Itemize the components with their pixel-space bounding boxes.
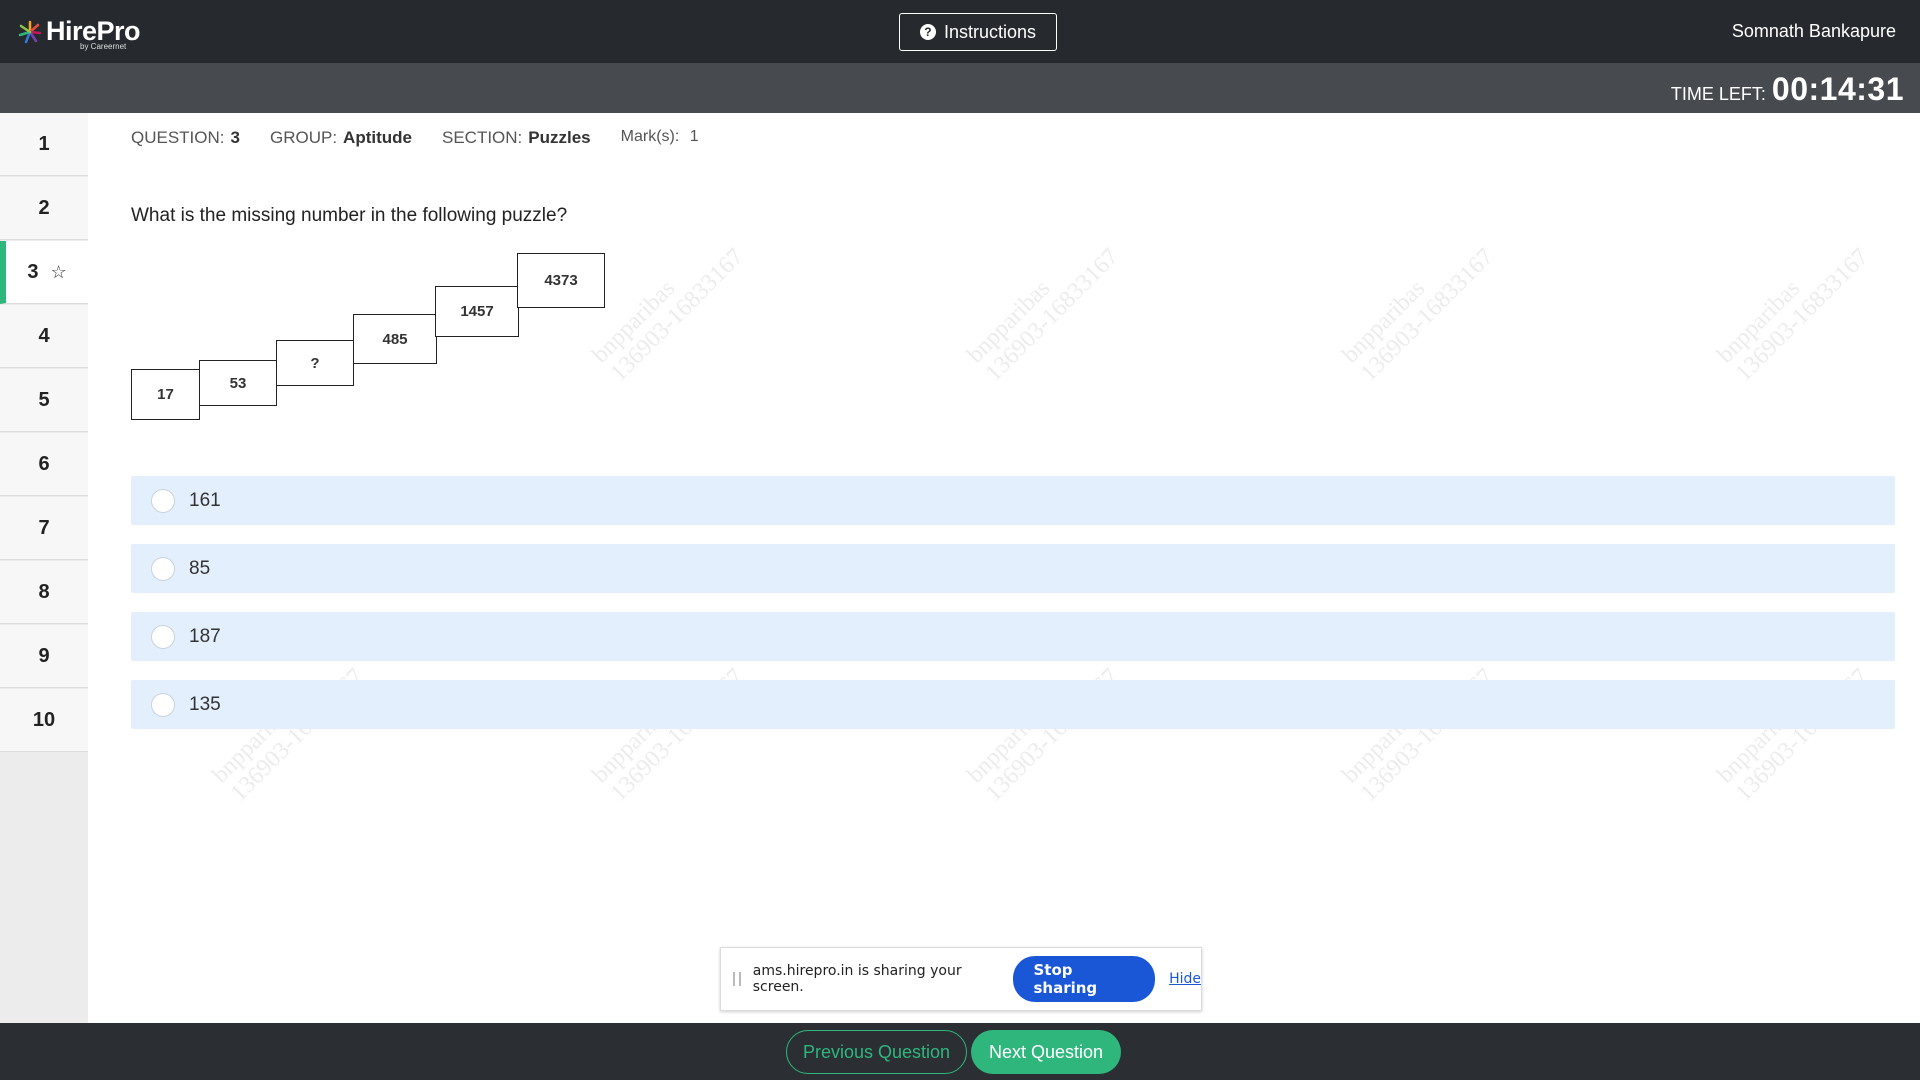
- question-number: QUESTION: 3: [131, 128, 240, 147]
- question-nav: 1 2 3 ☆ 4 5 6 7 8 9 10: [0, 113, 88, 1023]
- previous-question-button[interactable]: Previous Question: [786, 1030, 967, 1074]
- question-nav-number: 5: [38, 388, 50, 411]
- question-nav-item-3[interactable]: 3 ☆: [0, 241, 88, 304]
- question-nav-item-2[interactable]: 2: [0, 177, 88, 240]
- question-nav-number: 7: [38, 516, 50, 539]
- stop-sharing-button[interactable]: Stop sharing: [1013, 956, 1156, 1002]
- question-circle-icon: ?: [919, 24, 936, 40]
- instructions-button[interactable]: ? Instructions: [899, 13, 1057, 51]
- question-nav-number: 6: [38, 452, 50, 475]
- next-question-button[interactable]: Next Question: [971, 1030, 1121, 1074]
- answer-option-3[interactable]: 187: [131, 612, 1895, 661]
- question-nav-item-6[interactable]: 6: [0, 433, 88, 496]
- hide-link[interactable]: Hide: [1169, 971, 1201, 987]
- radio-button[interactable]: [151, 488, 175, 513]
- drag-handle-icon[interactable]: [733, 972, 741, 986]
- question-nav-number: 1: [38, 132, 50, 155]
- question-nav-number: 4: [38, 324, 50, 347]
- answer-option-text: 85: [189, 557, 211, 579]
- screen-share-text: ams.hirepro.in is sharing your screen.: [752, 963, 962, 995]
- answer-option-text: 187: [189, 625, 221, 647]
- timer-bar: TIME LEFT: 00:14:31: [0, 63, 1920, 113]
- puzzle-box: 485: [353, 314, 437, 364]
- question-text: What is the missing number in the follow…: [131, 205, 568, 226]
- top-bar: HirePro by Careernet ? Instructions Somn…: [0, 0, 1920, 63]
- question-nav-item-1[interactable]: 1: [0, 113, 88, 176]
- time-left: TIME LEFT: 00:14:31: [1671, 71, 1904, 108]
- question-nav-item-5[interactable]: 5: [0, 369, 88, 432]
- puzzle-box: ?: [276, 340, 354, 386]
- instructions-label: Instructions: [943, 21, 1037, 42]
- star-icon[interactable]: ☆: [50, 262, 66, 283]
- question-nav-number: 8: [38, 580, 50, 603]
- question-nav-number: 2: [38, 196, 50, 219]
- radio-button[interactable]: [151, 624, 175, 649]
- time-left-value: 00:14:31: [1771, 71, 1904, 107]
- question-nav-item-7[interactable]: 7: [0, 497, 88, 560]
- question-nav-item-10[interactable]: 10: [0, 689, 88, 752]
- section-info: SECTION: Puzzles: [441, 128, 591, 147]
- answer-option-2[interactable]: 85: [131, 544, 1895, 593]
- question-meta: QUESTION: 3 GROUP: Aptitude SECTION: Puzzle…: [131, 128, 699, 148]
- logo-subtext: by Careernet: [80, 42, 127, 51]
- watermark: bnpparibas 136903-16833167: [587, 243, 749, 387]
- answer-option-1[interactable]: 161: [131, 476, 1895, 525]
- logo-burst-icon: [18, 20, 42, 44]
- question-nav-number: 9: [38, 644, 50, 667]
- question-nav-item-9[interactable]: 9: [0, 625, 88, 688]
- puzzle-box: 4373: [517, 253, 605, 308]
- screen-share-banner: ams.hirepro.in is sharing your screen. S…: [720, 947, 1202, 1011]
- puzzle-box: 53: [199, 360, 277, 406]
- radio-button[interactable]: [151, 556, 175, 581]
- group-info: GROUP: Aptitude: [269, 128, 412, 147]
- user-name: Somnath Bankapure: [1731, 21, 1896, 41]
- puzzle-box: 17: [131, 369, 200, 420]
- answer-option-text: 161: [189, 489, 221, 511]
- watermark: bnpparibas 136903-16833167: [1337, 243, 1499, 387]
- question-nav-item-4[interactable]: 4: [0, 305, 88, 368]
- question-nav-number: 3: [27, 260, 39, 283]
- answer-option-text: 135: [189, 693, 221, 715]
- puzzle-figure: 17 53 ? 485 1457 4373: [131, 252, 611, 422]
- time-left-label: TIME LEFT:: [1670, 84, 1766, 104]
- puzzle-box: 1457: [435, 286, 519, 337]
- question-nav-item-8[interactable]: 8: [0, 561, 88, 624]
- watermark: bnpparibas 136903-16833167: [962, 243, 1124, 387]
- marks-info: Mark(s): 1: [620, 128, 699, 145]
- radio-button[interactable]: [151, 692, 175, 717]
- answer-option-4[interactable]: 135: [131, 680, 1895, 729]
- question-nav-number: 10: [32, 708, 56, 731]
- watermark: bnpparibas 136903-16833167: [1712, 243, 1874, 387]
- bottom-bar: Previous Question Next Question: [0, 1023, 1920, 1080]
